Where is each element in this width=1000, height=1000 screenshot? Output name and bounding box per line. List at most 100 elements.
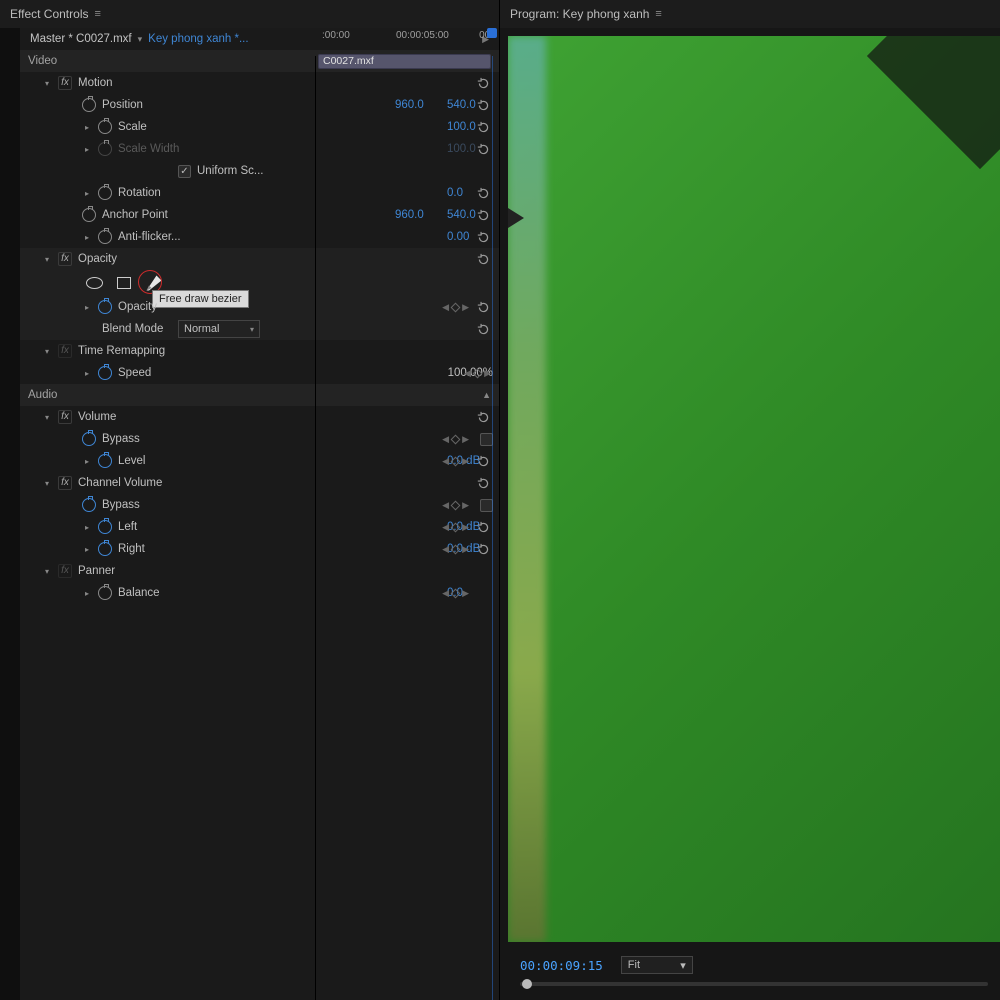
collapse-icon[interactable]: ▲ [482,390,491,400]
cursor-indicator-icon [508,208,524,228]
stopwatch-icon[interactable] [98,120,112,134]
scrub-handle[interactable] [522,979,532,989]
reset-icon[interactable] [475,251,491,267]
program-title: Program: Key phong xanh [510,7,649,21]
antiflicker-param[interactable]: ▸ Anti-flicker... 0.00 [20,226,499,248]
reset-icon[interactable] [475,453,491,469]
zoom-fit-dropdown[interactable]: Fit▾ [621,956,693,974]
scrub-bar[interactable] [520,982,988,986]
reset-icon[interactable] [475,409,491,425]
panel-menu-icon[interactable]: ≡ [94,9,100,20]
effect-controls-title: Effect Controls [10,7,88,21]
program-monitor[interactable] [508,36,1000,942]
twisty-icon[interactable]: ▾ [42,255,52,264]
ruler-time-0: :00:00 [322,30,350,41]
stopwatch-icon[interactable] [82,498,96,512]
video-frame [508,36,1000,942]
bypass-checkbox[interactable] [480,433,493,446]
anchor-point-param[interactable]: Anchor Point 960.0 540.0 [20,204,499,226]
stopwatch-icon[interactable] [82,98,96,112]
stopwatch-icon[interactable] [82,208,96,222]
reset-icon[interactable] [475,299,491,315]
twisty-icon[interactable]: ▾ [42,347,52,356]
program-monitor-tab[interactable]: Program: Key phong xanh ≡ [500,0,1000,28]
stopwatch-icon[interactable] [98,366,112,380]
panner-effect[interactable]: ▾fx Panner [20,560,499,582]
panner-balance[interactable]: ▸ Balance 0.0 ◀▶ [20,582,499,604]
volume-level[interactable]: ▸ Level 0.0 dB ◀▶ [20,450,499,472]
program-timecode[interactable]: 00:00:09:15 [520,958,603,973]
pen-mask-button[interactable] [144,275,164,291]
keyframe-nav[interactable]: ◀▶ [442,434,469,445]
keyframe-nav[interactable]: ◀▶ [442,500,469,511]
channel-volume-effect[interactable]: ▾fx Channel Volume [20,472,499,494]
volume-effect[interactable]: ▾fx Volume [20,406,499,428]
mask-tools: Free draw bezier [20,270,499,296]
reset-icon[interactable] [475,229,491,245]
stopwatch-icon[interactable] [98,542,112,556]
stopwatch-icon[interactable] [98,300,112,314]
reset-icon[interactable] [475,207,491,223]
keyframe-nav[interactable]: ◀▶ [442,544,469,555]
uniform-scale-checkbox[interactable] [178,165,191,178]
keyframe-nav[interactable]: ◀▶ [442,302,469,313]
rotation-param[interactable]: ▸ Rotation 0.0 [20,182,499,204]
audio-section-header[interactable]: Audio ▲ [20,384,499,406]
playhead-icon[interactable] [487,28,497,38]
fx-badge[interactable]: fx [58,344,72,358]
ellipse-mask-button[interactable] [84,275,104,291]
scale-width-param: ▸ Scale Width 100.0 [20,138,499,160]
fx-badge[interactable]: fx [58,76,72,90]
volume-bypass[interactable]: Bypass ◀▶ [20,428,499,450]
twisty-icon[interactable]: ▸ [82,189,92,198]
channel-left[interactable]: ▸ Left 0.0 dB ◀▶ [20,516,499,538]
timeline-clip[interactable]: C0027.mxf [318,54,491,69]
twisty-icon[interactable]: ▸ [82,369,92,378]
stopwatch-icon[interactable] [98,586,112,600]
time-remapping-effect[interactable]: ▾ fx Time Remapping [20,340,499,362]
uniform-scale-row[interactable]: Uniform Sc... [20,160,499,182]
speed-param[interactable]: ▸ Speed 100.00% ◀▶ [20,362,499,384]
bypass-checkbox[interactable] [480,499,493,512]
stopwatch-icon[interactable] [98,520,112,534]
keyframe-nav[interactable]: ◀▶ [442,456,469,467]
scale-param[interactable]: ▸ Scale 100.0 [20,116,499,138]
blend-mode-param[interactable]: Blend Mode Normal▾ [20,318,499,340]
reset-icon[interactable] [475,541,491,557]
left-gutter [0,28,20,1000]
effect-controls-tab[interactable]: Effect Controls ≡ [0,0,499,28]
channel-right[interactable]: ▸ Right 0.0 dB ◀▶ [20,538,499,560]
keyframe-nav[interactable]: ◀▶ [464,368,491,379]
stopwatch-icon[interactable] [98,454,112,468]
ruler-time-1: 00:00:05:00 [396,30,449,41]
reset-icon[interactable] [475,185,491,201]
channel-bypass[interactable]: Bypass ◀▶ [20,494,499,516]
keyframe-nav[interactable]: ◀▶ [442,522,469,533]
reset-icon[interactable] [475,141,491,157]
chevron-down-icon[interactable]: ▾ [138,34,143,45]
reset-icon[interactable] [475,119,491,135]
reset-icon[interactable] [475,519,491,535]
sequence-link[interactable]: Key phong xanh *... [148,33,248,45]
blend-mode-dropdown[interactable]: Normal▾ [178,320,260,338]
rectangle-mask-button[interactable] [114,275,134,291]
keyframe-nav[interactable]: ◀▶ [442,588,469,599]
reset-icon[interactable] [475,321,491,337]
fx-badge[interactable]: fx [58,252,72,266]
twisty-icon[interactable]: ▸ [82,303,92,312]
stopwatch-icon [98,142,112,156]
stopwatch-icon[interactable] [82,432,96,446]
twisty-icon[interactable]: ▸ [82,123,92,132]
opacity-effect[interactable]: ▾ fx Opacity [20,248,499,270]
stopwatch-icon[interactable] [98,186,112,200]
reset-icon[interactable] [475,97,491,113]
twisty-icon[interactable]: ▸ [82,233,92,242]
position-param[interactable]: Position 960.0 540.0 [20,94,499,116]
motion-effect[interactable]: ▾ fx Motion [20,72,499,94]
opacity-param[interactable]: ▸ Opacity ◀▶ [20,296,499,318]
twisty-icon[interactable]: ▾ [42,79,52,88]
reset-icon[interactable] [475,75,491,91]
stopwatch-icon[interactable] [98,230,112,244]
panel-menu-icon[interactable]: ≡ [655,9,661,20]
reset-icon[interactable] [475,475,491,491]
